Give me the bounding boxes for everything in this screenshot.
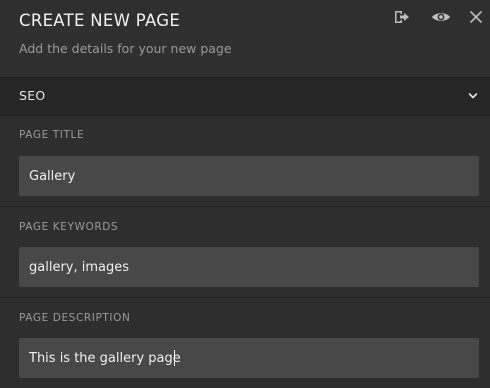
page-description-input[interactable] <box>19 338 479 378</box>
page-description-label: PAGE DESCRIPTION <box>19 312 131 324</box>
text-caret <box>174 350 175 366</box>
create-page-panel: CREATE NEW PAGE Add the details for your… <box>0 0 490 388</box>
page-title-label: PAGE TITLE <box>19 129 85 141</box>
section-divider <box>0 115 490 116</box>
field-divider <box>0 206 490 207</box>
close-icon[interactable] <box>469 10 483 24</box>
panel-header: CREATE NEW PAGE Add the details for your… <box>0 0 490 78</box>
page-keywords-input[interactable] <box>19 247 479 287</box>
exit-icon[interactable] <box>393 9 411 25</box>
eye-icon[interactable] <box>431 9 451 25</box>
seo-section-toggle[interactable]: SEO <box>0 78 490 115</box>
panel-title: CREATE NEW PAGE <box>19 11 181 30</box>
field-divider <box>0 297 490 298</box>
panel-subtitle: Add the details for your new page <box>19 41 232 56</box>
chevron-down-icon <box>468 92 478 100</box>
page-title-input[interactable] <box>19 156 479 196</box>
page-keywords-label: PAGE KEYWORDS <box>19 221 119 233</box>
section-label: SEO <box>19 88 46 103</box>
